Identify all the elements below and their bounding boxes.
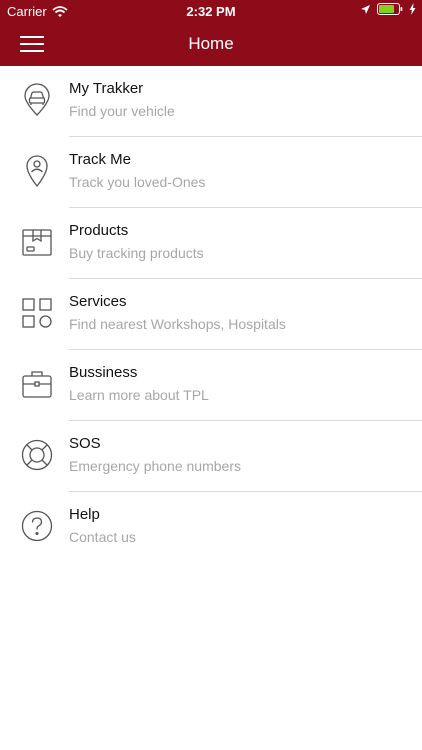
lifebuoy-icon xyxy=(20,438,54,472)
menu-item-subtitle: Learn more about TPL xyxy=(69,387,209,403)
menu-item-subtitle: Emergency phone numbers xyxy=(69,458,241,474)
charging-icon xyxy=(409,3,416,15)
menu-item-products[interactable]: Products Buy tracking products xyxy=(0,208,422,279)
menu-item-label: My Trakker xyxy=(69,80,144,97)
menu-item-text: Products Buy tracking products xyxy=(69,222,412,262)
menu-item-subtitle: Contact us xyxy=(69,529,136,545)
status-time: 2:32 PM xyxy=(186,4,236,19)
menu-item-text: Track Me Track you loved-Ones xyxy=(69,151,412,191)
menu-item-my-trakker[interactable]: My Trakker Find your vehicle xyxy=(0,66,422,137)
box-icon xyxy=(20,225,54,259)
menu-item-label: Bussiness xyxy=(69,364,138,381)
menu-item-bussiness[interactable]: Bussiness Learn more about TPL xyxy=(0,350,422,421)
status-right xyxy=(360,3,416,15)
menu-item-text: Bussiness Learn more about TPL xyxy=(69,364,412,404)
menu-item-services[interactable]: Services Find nearest Workshops, Hospita… xyxy=(0,279,422,350)
home-menu-list: My Trakker Find your vehicle Track Me Tr… xyxy=(0,66,422,563)
menu-item-text: My Trakker Find your vehicle xyxy=(69,80,412,120)
menu-item-subtitle: Track you loved-Ones xyxy=(69,174,206,190)
car-pin-icon xyxy=(20,83,54,117)
location-arrow-icon xyxy=(361,4,370,14)
menu-item-subtitle: Find nearest Workshops, Hospitals xyxy=(69,316,286,332)
menu-item-label: Track Me xyxy=(69,151,131,168)
status-bar: Carrier 2:32 PM xyxy=(0,0,422,22)
menu-item-help[interactable]: Help Contact us xyxy=(0,492,422,563)
menu-item-label: Services xyxy=(69,293,127,310)
menu-item-subtitle: Find your vehicle xyxy=(69,103,175,119)
briefcase-icon xyxy=(20,367,54,401)
menu-item-label: Products xyxy=(69,222,129,239)
menu-item-label: Help xyxy=(69,506,100,523)
question-icon xyxy=(20,509,54,543)
battery-icon xyxy=(377,3,403,15)
menu-item-track-me[interactable]: Track Me Track you loved-Ones xyxy=(0,137,422,208)
grid-shapes-icon xyxy=(20,296,54,330)
menu-item-text: Help Contact us xyxy=(69,506,412,546)
menu-item-subtitle: Buy tracking products xyxy=(69,245,204,261)
menu-item-label: SOS xyxy=(69,435,101,452)
app-header: Carrier 2:32 PM Home xyxy=(0,0,422,66)
menu-item-sos[interactable]: SOS Emergency phone numbers xyxy=(0,421,422,492)
page-title: Home xyxy=(188,34,234,53)
nav-bar: Home xyxy=(0,22,422,66)
location-person-icon xyxy=(20,154,54,188)
menu-item-text: SOS Emergency phone numbers xyxy=(69,435,412,475)
menu-item-text: Services Find nearest Workshops, Hospita… xyxy=(69,293,412,333)
